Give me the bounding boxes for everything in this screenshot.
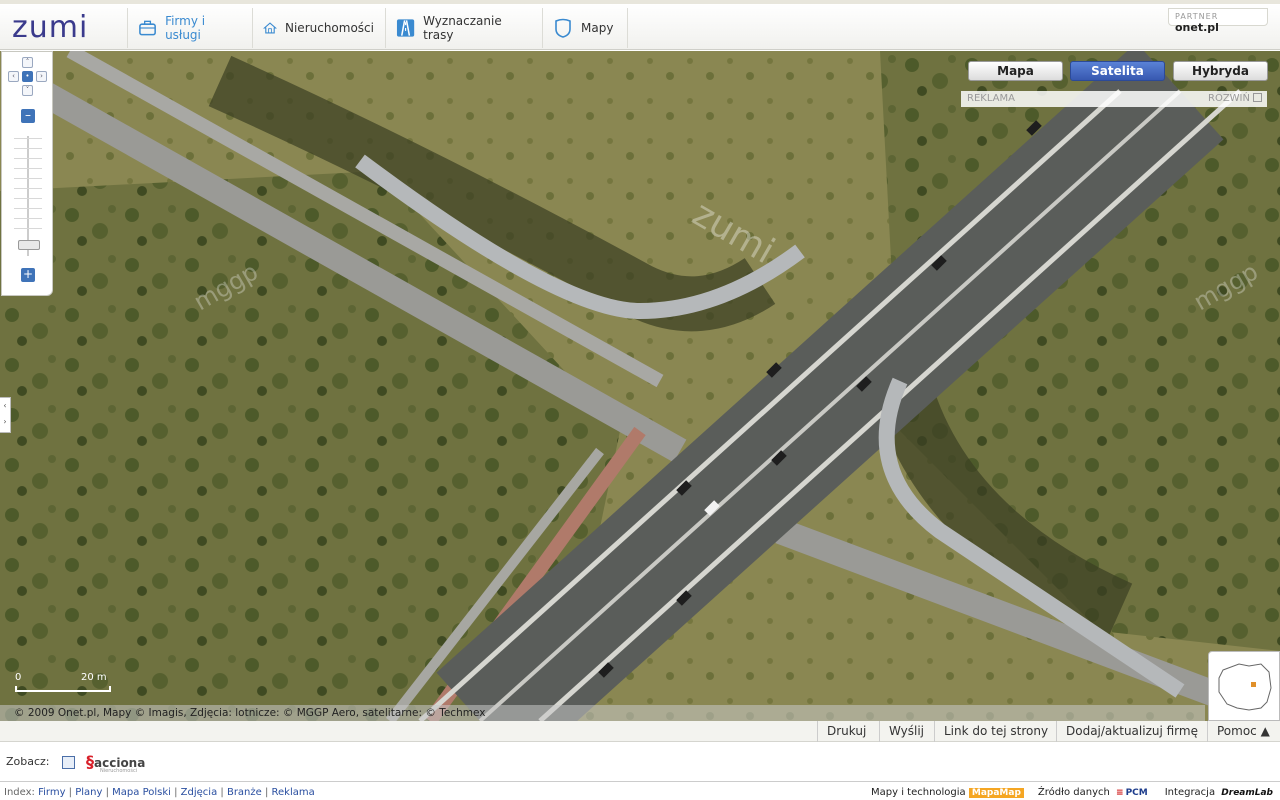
link-button[interactable]: Link do tej strony [934, 721, 1057, 742]
zoom-tick [14, 138, 42, 139]
footer-link-reklama[interactable]: Reklama [272, 787, 315, 798]
footer-link-plany[interactable]: Plany [75, 787, 102, 798]
zoom-tick [14, 168, 42, 169]
data-source-label: Źródło danych [1037, 787, 1110, 798]
acciona-logo[interactable]: §acciona Nieruchomości [86, 752, 145, 774]
zoom-tick [14, 208, 42, 209]
zumi-logo[interactable]: zumi [12, 12, 88, 44]
tab-mapy[interactable]: Mapy [542, 8, 628, 48]
tab-label: Mapy [581, 21, 614, 35]
see-also-checkbox[interactable] [62, 756, 75, 769]
house-icon [263, 22, 277, 34]
zoom-control: ˄ ‹ • › ˅ – + [1, 51, 53, 296]
road-icon [396, 19, 415, 37]
pcm-logo[interactable]: PCM [1113, 788, 1151, 798]
zoom-tick [14, 198, 42, 199]
scale-end: 20 m [81, 672, 107, 683]
zoom-slider-thumb[interactable] [18, 240, 40, 250]
scale-bar: 0 20 m [15, 672, 115, 694]
ad-label: REKLAMA [967, 93, 1015, 104]
partner-brand: onet.pl [1175, 21, 1219, 34]
index-label: Index: [4, 787, 35, 798]
mapamap-logo[interactable]: MapaMap [968, 788, 1024, 798]
maptype-satelita-button[interactable]: Satelita [1070, 61, 1165, 81]
zoom-slider-track[interactable] [27, 136, 29, 256]
maps-tech-label: Mapy i technologia [871, 787, 966, 798]
tab-label: Wyznaczanie trasy [423, 14, 502, 42]
see-also-label: Zobacz: [6, 755, 50, 768]
integration-label: Integracja [1164, 787, 1216, 798]
tab-firmy-i-uslugi[interactable]: Firmy i usługi [127, 8, 251, 48]
ad-expand-toggle[interactable]: ROZWIŃ [1208, 93, 1262, 104]
map-copyright: © 2009 Onet.pl, Mapy © Imagis, Zdjęcia: … [0, 705, 1205, 721]
pan-down-button[interactable]: ˅ [22, 85, 33, 96]
footer-link-branze[interactable]: Branże [227, 787, 262, 798]
zoom-tick [14, 218, 42, 219]
briefcase-icon [139, 20, 156, 36]
see-also-bar: Zobacz: §acciona Nieruchomości [0, 742, 1280, 782]
zoom-out-button[interactable]: – [21, 109, 35, 123]
satellite-map[interactable]: zumi mggp mggp [0, 51, 1280, 721]
zoom-tick [14, 188, 42, 189]
zoom-tick [14, 148, 42, 149]
ad-bar: REKLAMA ROZWIŃ [961, 91, 1267, 107]
tab-label: Firmy i usługi [165, 14, 206, 42]
zoom-tick [14, 228, 42, 229]
help-button[interactable]: Pomoc ▲ [1207, 721, 1279, 742]
ad-expand-label: ROZWIŃ [1208, 93, 1250, 104]
scale-line [15, 686, 111, 692]
partner-badge[interactable]: PARTNER onet.pl [1168, 8, 1268, 34]
footer: Index: Firmy | Plany | Mapa Polski | Zdj… [0, 785, 1280, 800]
pan-up-button[interactable]: ˄ [22, 57, 33, 68]
footer-link-zdjecia[interactable]: Zdjęcia [181, 787, 218, 798]
map-shield-icon [555, 18, 571, 38]
partner-label: PARTNER [1175, 12, 1219, 21]
acciona-swirl-icon: § [86, 752, 94, 771]
satellite-imagery: zumi mggp mggp [0, 51, 1280, 721]
scale-start: 0 [15, 672, 22, 683]
map-toolbar: Drukuj Wyślij Link do tej strony Dodaj/a… [0, 721, 1280, 742]
zoom-tick [14, 158, 42, 159]
send-button[interactable]: Wyślij [879, 721, 933, 742]
pan-left-button[interactable]: ‹ [8, 71, 19, 82]
pan-right-button[interactable]: › [36, 71, 47, 82]
footer-link-mapa-polski[interactable]: Mapa Polski [112, 787, 171, 798]
footer-link-firmy[interactable]: Firmy [38, 787, 65, 798]
side-panel-toggle[interactable]: ‹ › [0, 397, 11, 433]
add-company-button[interactable]: Dodaj/aktualizuj firmę [1056, 721, 1207, 742]
tab-label: Nieruchomości [285, 21, 374, 35]
tab-nieruchomosci[interactable]: Nieruchomości [252, 8, 384, 48]
location-marker-icon [1251, 682, 1256, 687]
overview-minimap[interactable] [1208, 651, 1280, 721]
zoom-in-button[interactable]: + [21, 268, 35, 282]
poland-outline-icon [1218, 663, 1272, 711]
print-button[interactable]: Drukuj [817, 721, 875, 742]
maptype-mapa-button[interactable]: Mapa [968, 61, 1063, 81]
pan-center-button[interactable]: • [22, 71, 33, 82]
maptype-hybryda-button[interactable]: Hybryda [1173, 61, 1268, 81]
tab-wyznaczanie-trasy[interactable]: Wyznaczanie trasy [385, 8, 541, 48]
header-bar: zumi Firmy i usługi Nieruchomości Wyznac… [0, 0, 1280, 50]
zoom-tick [14, 178, 42, 179]
checkbox-icon [1253, 93, 1262, 102]
dreamlab-logo[interactable]: DreamLab [1218, 788, 1276, 798]
